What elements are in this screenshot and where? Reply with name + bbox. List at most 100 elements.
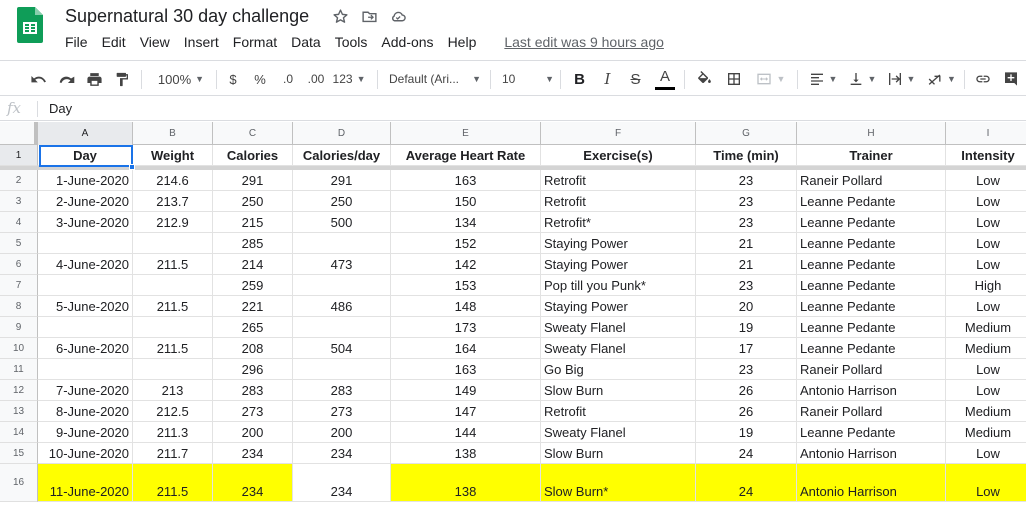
menu-tools[interactable]: Tools [328, 32, 375, 52]
cell-a[interactable]: 7-June-2020 [38, 380, 133, 401]
sheets-logo-icon[interactable] [17, 7, 43, 43]
select-all-corner[interactable] [0, 122, 38, 145]
cell-d[interactable]: 200 [293, 422, 391, 443]
merge-cells-icon[interactable]: ▼ [752, 61, 788, 97]
cell-b[interactable] [133, 275, 213, 296]
column-header-g[interactable]: G [696, 122, 797, 145]
cell-g[interactable]: 19 [696, 317, 797, 338]
cell-h[interactable]: Leanne Pedante [797, 191, 946, 212]
zoom-select[interactable]: 100% ▼ [152, 61, 210, 97]
menu-addons[interactable]: Add-ons [374, 32, 440, 52]
row-header[interactable]: 13 [0, 401, 38, 422]
currency-format-button[interactable]: $ [224, 61, 242, 97]
insert-comment-icon[interactable] [1000, 61, 1022, 97]
cell-b[interactable] [133, 359, 213, 380]
cell-e[interactable]: 148 [391, 296, 541, 317]
row-header[interactable]: 3 [0, 191, 38, 212]
row-header[interactable]: 4 [0, 212, 38, 233]
cell-f[interactable]: Slow Burn [541, 380, 696, 401]
cell-g[interactable]: 24 [696, 464, 797, 502]
cell-d[interactable]: 291 [293, 170, 391, 191]
row-header[interactable]: 2 [0, 170, 38, 191]
cell-e[interactable]: 150 [391, 191, 541, 212]
cell-h[interactable]: Raneir Pollard [797, 170, 946, 191]
cell-g[interactable]: 23 [696, 275, 797, 296]
cell-f[interactable]: Slow Burn [541, 443, 696, 464]
menu-data[interactable]: Data [284, 32, 328, 52]
cell-f[interactable]: Retrofit [541, 191, 696, 212]
cell-a[interactable]: 4-June-2020 [38, 254, 133, 275]
column-title-a[interactable]: Day [38, 145, 133, 166]
cell-a[interactable]: 8-June-2020 [38, 401, 133, 422]
cell-c[interactable]: 208 [213, 338, 293, 359]
cell-d[interactable]: 283 [293, 380, 391, 401]
row-header[interactable]: 9 [0, 317, 38, 338]
cell-g[interactable]: 19 [696, 422, 797, 443]
cell-g[interactable]: 21 [696, 233, 797, 254]
cell-c[interactable]: 200 [213, 422, 293, 443]
cell-i[interactable]: Low [946, 212, 1026, 233]
menu-file[interactable]: File [58, 32, 95, 52]
text-rotation-icon[interactable]: ▼ [924, 61, 958, 97]
font-family-select[interactable]: Default (Ari... ▼ [389, 61, 481, 97]
column-header-f[interactable]: F [541, 122, 696, 145]
cell-h[interactable]: Leanne Pedante [797, 212, 946, 233]
borders-icon[interactable] [724, 61, 744, 97]
cell-i[interactable]: Low [946, 380, 1026, 401]
doc-title[interactable]: Supernatural 30 day challenge [65, 6, 309, 27]
row-header[interactable]: 6 [0, 254, 38, 275]
percent-format-button[interactable]: % [251, 61, 269, 97]
column-title-i[interactable]: Intensity [946, 145, 1026, 166]
cell-b[interactable]: 211.3 [133, 422, 213, 443]
row-header[interactable]: 12 [0, 380, 38, 401]
column-title-f[interactable]: Exercise(s) [541, 145, 696, 166]
cell-f[interactable]: Go Big [541, 359, 696, 380]
cell-a[interactable]: 2-June-2020 [38, 191, 133, 212]
cell-d[interactable] [293, 275, 391, 296]
cell-h[interactable]: Leanne Pedante [797, 338, 946, 359]
cell-h[interactable]: Antonio Harrison [797, 443, 946, 464]
cell-d[interactable]: 473 [293, 254, 391, 275]
row-header[interactable]: 8 [0, 296, 38, 317]
cell-h[interactable]: Antonio Harrison [797, 464, 946, 502]
cell-i[interactable]: Medium [946, 317, 1026, 338]
fill-color-icon[interactable] [694, 61, 714, 97]
cell-i[interactable]: Medium [946, 422, 1026, 443]
row-header[interactable]: 16 [0, 464, 38, 502]
italic-button[interactable]: I [596, 61, 619, 97]
cell-h[interactable]: Leanne Pedante [797, 275, 946, 296]
cell-c[interactable]: 283 [213, 380, 293, 401]
cell-d[interactable] [293, 233, 391, 254]
formula-input[interactable]: Day [49, 101, 72, 116]
cell-c[interactable]: 291 [213, 170, 293, 191]
column-title-c[interactable]: Calories [213, 145, 293, 166]
cell-i[interactable]: Low [946, 254, 1026, 275]
cell-i[interactable]: Low [946, 443, 1026, 464]
column-title-h[interactable]: Trainer [797, 145, 946, 166]
cell-e[interactable]: 138 [391, 443, 541, 464]
cell-i[interactable]: Medium [946, 401, 1026, 422]
cell-a[interactable] [38, 359, 133, 380]
cell-i[interactable]: Low [946, 233, 1026, 254]
cell-e[interactable]: 144 [391, 422, 541, 443]
cell-f[interactable]: Retrofit [541, 170, 696, 191]
cell-d[interactable]: 500 [293, 212, 391, 233]
cell-f[interactable]: Sweaty Flanel [541, 338, 696, 359]
cell-h[interactable]: Leanne Pedante [797, 317, 946, 338]
cell-g[interactable]: 24 [696, 443, 797, 464]
column-header-d[interactable]: D [293, 122, 391, 145]
paint-format-icon[interactable] [112, 61, 132, 97]
cell-e[interactable]: 134 [391, 212, 541, 233]
frozen-row-divider[interactable] [0, 166, 1026, 170]
cell-h[interactable]: Raneir Pollard [797, 359, 946, 380]
cell-c[interactable]: 214 [213, 254, 293, 275]
cell-c[interactable]: 234 [213, 464, 293, 502]
horizontal-align-icon[interactable]: ▼ [806, 61, 840, 97]
cell-b[interactable]: 212.9 [133, 212, 213, 233]
cell-c[interactable]: 215 [213, 212, 293, 233]
fill-handle[interactable] [129, 164, 135, 170]
menu-edit[interactable]: Edit [95, 32, 133, 52]
cell-b[interactable]: 211.5 [133, 338, 213, 359]
cell-f[interactable]: Sweaty Flanel [541, 422, 696, 443]
cell-b[interactable]: 211.5 [133, 296, 213, 317]
